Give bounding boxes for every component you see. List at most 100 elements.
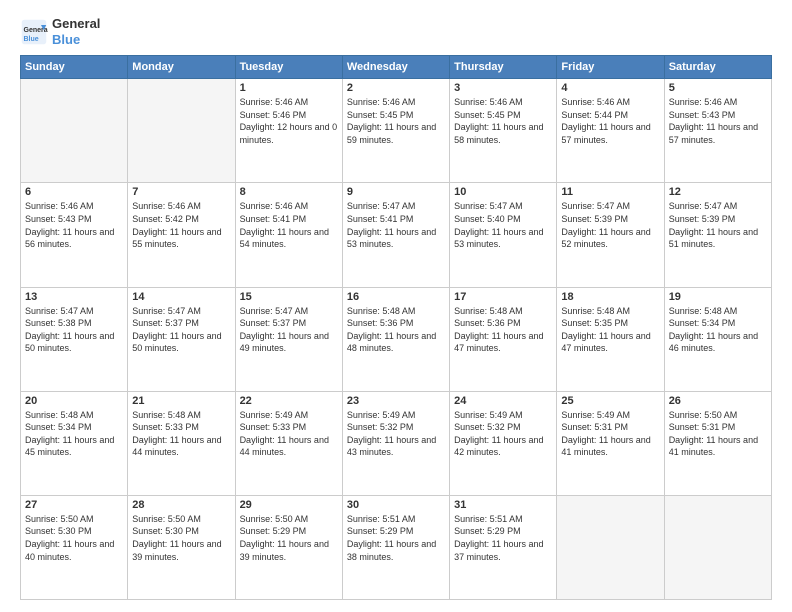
- day-info: Sunrise: 5:50 AMSunset: 5:29 PMDaylight:…: [240, 513, 338, 563]
- calendar-cell: 12Sunrise: 5:47 AMSunset: 5:39 PMDayligh…: [664, 183, 771, 287]
- calendar-cell: 16 Sunrise: 5:48 AMSunset: 5:36 PMDayligh…: [342, 287, 449, 391]
- calendar-header-cell: Sunday: [21, 56, 128, 79]
- day-info: Sunrise: 5:48 AMSunset: 5:36 PMDaylight:…: [347, 305, 445, 355]
- day-number: 31: [454, 499, 552, 511]
- calendar-cell: 29 Sunrise: 5:50 AMSunset: 5:29 PMDayligh…: [235, 495, 342, 599]
- day-info: Sunrise: 5:46 AMSunset: 5:45 PMDaylight:…: [454, 96, 552, 146]
- day-info: Sunrise: 5:48 AMSunset: 5:34 PMDaylight:…: [25, 409, 123, 459]
- day-info: Sunrise: 5:46 AMSunset: 5:42 PMDaylight:…: [132, 200, 230, 250]
- calendar-cell: 10 Sunrise: 5:47 AMSunset: 5:40 PMDayligh…: [450, 183, 557, 287]
- calendar-cell: 19 Sunrise: 5:48 AMSunset: 5:34 PMDayligh…: [664, 287, 771, 391]
- header: General Blue General Blue: [20, 16, 772, 47]
- logo-text: General Blue: [52, 16, 100, 47]
- day-number: 25: [561, 395, 659, 407]
- calendar-cell: 27 Sunrise: 5:50 AMSunset: 5:30 PMDayligh…: [21, 495, 128, 599]
- calendar-body: 1 Sunrise: 5:46 AMSunset: 5:46 PMDaylight…: [21, 79, 772, 600]
- day-number: 10: [454, 186, 552, 198]
- day-number: 6: [25, 186, 123, 198]
- calendar-cell: 5 Sunrise: 5:46 AMSunset: 5:43 PMDaylight…: [664, 79, 771, 183]
- day-number: 7: [132, 186, 230, 198]
- calendar-week-row: 6Sunrise: 5:46 AMSunset: 5:43 PMDaylight…: [21, 183, 772, 287]
- calendar-cell: 11 Sunrise: 5:47 AMSunset: 5:39 PMDayligh…: [557, 183, 664, 287]
- calendar-cell: 1 Sunrise: 5:46 AMSunset: 5:46 PMDaylight…: [235, 79, 342, 183]
- calendar-cell: 7 Sunrise: 5:46 AMSunset: 5:42 PMDaylight…: [128, 183, 235, 287]
- day-info: Sunrise: 5:46 AMSunset: 5:46 PMDaylight:…: [240, 96, 338, 146]
- calendar-header-cell: Monday: [128, 56, 235, 79]
- logo: General Blue General Blue: [20, 16, 100, 47]
- day-number: 29: [240, 499, 338, 511]
- day-number: 23: [347, 395, 445, 407]
- day-info: Sunrise: 5:49 AMSunset: 5:32 PMDaylight:…: [347, 409, 445, 459]
- calendar-header-cell: Thursday: [450, 56, 557, 79]
- day-number: 26: [669, 395, 767, 407]
- day-info: Sunrise: 5:47 AMSunset: 5:37 PMDaylight:…: [240, 305, 338, 355]
- day-number: 19: [669, 291, 767, 303]
- day-number: 22: [240, 395, 338, 407]
- calendar-cell: 17 Sunrise: 5:48 AMSunset: 5:36 PMDayligh…: [450, 287, 557, 391]
- day-info: Sunrise: 5:46 AMSunset: 5:43 PMDaylight:…: [669, 96, 767, 146]
- calendar-header-row: SundayMondayTuesdayWednesdayThursdayFrid…: [21, 56, 772, 79]
- calendar-cell: 21Sunrise: 5:48 AMSunset: 5:33 PMDayligh…: [128, 391, 235, 495]
- calendar-cell: 31 Sunrise: 5:51 AMSunset: 5:29 PMDayligh…: [450, 495, 557, 599]
- day-info: Sunrise: 5:46 AMSunset: 5:41 PMDaylight:…: [240, 200, 338, 250]
- calendar-cell: 26 Sunrise: 5:50 AMSunset: 5:31 PMDayligh…: [664, 391, 771, 495]
- day-number: 18: [561, 291, 659, 303]
- day-number: 16: [347, 291, 445, 303]
- calendar-cell: 9 Sunrise: 5:47 AMSunset: 5:41 PMDaylight…: [342, 183, 449, 287]
- day-number: 12: [669, 186, 767, 198]
- page: General Blue General Blue SundayMondayTu…: [0, 0, 792, 612]
- calendar-cell: 4 Sunrise: 5:46 AMSunset: 5:44 PMDaylight…: [557, 79, 664, 183]
- calendar-cell: 14 Sunrise: 5:47 AMSunset: 5:37 PMDayligh…: [128, 287, 235, 391]
- day-info: Sunrise: 5:48 AMSunset: 5:34 PMDaylight:…: [669, 305, 767, 355]
- day-info: Sunrise: 5:51 AMSunset: 5:29 PMDaylight:…: [347, 513, 445, 563]
- day-number: 1: [240, 82, 338, 94]
- day-info: Sunrise: 5:47 AMSunset: 5:40 PMDaylight:…: [454, 200, 552, 250]
- day-info: Sunrise: 5:47 AMSunset: 5:37 PMDaylight:…: [132, 305, 230, 355]
- day-info: Sunrise: 5:49 AMSunset: 5:33 PMDaylight:…: [240, 409, 338, 459]
- calendar-header-cell: Wednesday: [342, 56, 449, 79]
- day-number: 27: [25, 499, 123, 511]
- day-number: 17: [454, 291, 552, 303]
- calendar-cell: 15 Sunrise: 5:47 AMSunset: 5:37 PMDayligh…: [235, 287, 342, 391]
- day-info: Sunrise: 5:47 AMSunset: 5:39 PMDaylight:…: [561, 200, 659, 250]
- day-info: Sunrise: 5:48 AMSunset: 5:36 PMDaylight:…: [454, 305, 552, 355]
- calendar-header-cell: Friday: [557, 56, 664, 79]
- calendar-cell: 30Sunrise: 5:51 AMSunset: 5:29 PMDayligh…: [342, 495, 449, 599]
- day-info: Sunrise: 5:49 AMSunset: 5:31 PMDaylight:…: [561, 409, 659, 459]
- calendar-cell: 6Sunrise: 5:46 AMSunset: 5:43 PMDaylight…: [21, 183, 128, 287]
- day-number: 20: [25, 395, 123, 407]
- day-info: Sunrise: 5:50 AMSunset: 5:30 PMDaylight:…: [132, 513, 230, 563]
- calendar-cell: [664, 495, 771, 599]
- day-info: Sunrise: 5:48 AMSunset: 5:35 PMDaylight:…: [561, 305, 659, 355]
- day-info: Sunrise: 5:51 AMSunset: 5:29 PMDaylight:…: [454, 513, 552, 563]
- day-info: Sunrise: 5:49 AMSunset: 5:32 PMDaylight:…: [454, 409, 552, 459]
- calendar-cell: [21, 79, 128, 183]
- day-info: Sunrise: 5:48 AMSunset: 5:33 PMDaylight:…: [132, 409, 230, 459]
- logo-icon: General Blue: [20, 18, 48, 46]
- day-info: Sunrise: 5:50 AMSunset: 5:31 PMDaylight:…: [669, 409, 767, 459]
- day-number: 5: [669, 82, 767, 94]
- calendar-cell: [557, 495, 664, 599]
- calendar-cell: 20 Sunrise: 5:48 AMSunset: 5:34 PMDayligh…: [21, 391, 128, 495]
- day-number: 4: [561, 82, 659, 94]
- day-info: Sunrise: 5:46 AMSunset: 5:45 PMDaylight:…: [347, 96, 445, 146]
- day-info: Sunrise: 5:47 AMSunset: 5:41 PMDaylight:…: [347, 200, 445, 250]
- day-info: Sunrise: 5:46 AMSunset: 5:44 PMDaylight:…: [561, 96, 659, 146]
- day-number: 9: [347, 186, 445, 198]
- day-info: Sunrise: 5:50 AMSunset: 5:30 PMDaylight:…: [25, 513, 123, 563]
- calendar-header-cell: Tuesday: [235, 56, 342, 79]
- day-number: 8: [240, 186, 338, 198]
- calendar-cell: 24 Sunrise: 5:49 AMSunset: 5:32 PMDayligh…: [450, 391, 557, 495]
- day-info: Sunrise: 5:47 AMSunset: 5:38 PMDaylight:…: [25, 305, 123, 355]
- day-number: 24: [454, 395, 552, 407]
- day-number: 11: [561, 186, 659, 198]
- day-number: 13: [25, 291, 123, 303]
- calendar-cell: 3 Sunrise: 5:46 AMSunset: 5:45 PMDaylight…: [450, 79, 557, 183]
- calendar-week-row: 20 Sunrise: 5:48 AMSunset: 5:34 PMDayligh…: [21, 391, 772, 495]
- day-number: 28: [132, 499, 230, 511]
- day-number: 15: [240, 291, 338, 303]
- calendar-table: SundayMondayTuesdayWednesdayThursdayFrid…: [20, 55, 772, 600]
- calendar-week-row: 13 Sunrise: 5:47 AMSunset: 5:38 PMDayligh…: [21, 287, 772, 391]
- day-number: 14: [132, 291, 230, 303]
- day-number: 3: [454, 82, 552, 94]
